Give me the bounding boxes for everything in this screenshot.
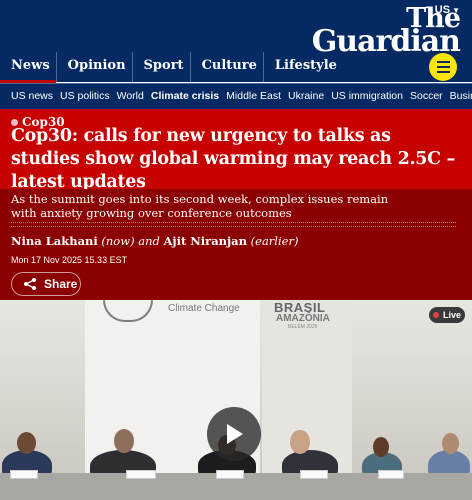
panelist-head xyxy=(290,430,310,454)
play-icon xyxy=(227,424,243,444)
panelist-head xyxy=(373,437,389,457)
sub-navigation: US news US politics World Climate crisis… xyxy=(0,83,472,109)
panelist-head xyxy=(114,429,134,453)
article-header: Cop30 Cop30: calls for new urgency to ta… xyxy=(0,109,472,300)
nameplate xyxy=(10,470,38,479)
hamburger-icon-bar xyxy=(436,66,450,68)
live-video-player[interactable]: Climate Change BRASIL AMAZÔNIA BELÉM 202… xyxy=(0,300,472,500)
author-link[interactable]: Ajit Niranjan xyxy=(164,234,248,248)
standfirst: As the summit goes into its second week,… xyxy=(11,192,389,220)
pillar-lifestyle[interactable]: Lifestyle xyxy=(262,52,343,82)
share-button[interactable]: Share xyxy=(11,272,81,296)
pillar-culture[interactable]: Culture xyxy=(189,52,263,82)
divider xyxy=(11,222,456,223)
pillar-nav: News Opinion Sport Culture Lifestyle xyxy=(0,52,343,83)
pillar-sport[interactable]: Sport xyxy=(131,52,190,82)
backdrop-brand-place: BELÉM 2025 xyxy=(288,324,318,330)
share-icon xyxy=(24,278,36,290)
pillar-news[interactable]: News xyxy=(0,52,56,83)
publish-date: Mon 17 Nov 2025 15.33 EST xyxy=(11,255,128,265)
subnav-middle-east[interactable]: Middle East xyxy=(223,84,285,109)
backdrop-brand-sub: AMAZÔNIA xyxy=(276,313,330,324)
subnav-us-politics[interactable]: US politics xyxy=(57,84,114,109)
byline: Nina Lakhani (now) and Ajit Niranjan (ea… xyxy=(11,234,298,248)
subnav-climate-crisis[interactable]: Climate crisis xyxy=(147,84,222,109)
subnav-soccer[interactable]: Soccer xyxy=(406,84,446,109)
subnav-ukraine[interactable]: Ukraine xyxy=(285,84,328,109)
subnav-us-news[interactable]: US news xyxy=(0,84,57,109)
masthead: US ▼ The Guardian News Opinion Sport Cult… xyxy=(0,0,472,83)
author-note: (earlier) xyxy=(250,234,299,248)
nameplate xyxy=(216,470,244,479)
subnav-us-immigration[interactable]: US immigration xyxy=(328,84,407,109)
byline-conjunction: and xyxy=(138,234,160,248)
menu-button[interactable] xyxy=(429,53,457,81)
panelist-head xyxy=(17,432,36,454)
subnav-world[interactable]: World xyxy=(113,84,147,109)
logo-line-2: Guardian xyxy=(311,24,461,59)
standfirst-block: As the summit goes into its second week,… xyxy=(0,189,472,300)
share-label: Share xyxy=(44,277,78,291)
subnav-business[interactable]: Business xyxy=(446,84,472,109)
live-label: Live xyxy=(443,310,462,320)
article-headline: Cop30: calls for new urgency to talks as… xyxy=(11,126,456,192)
hamburger-icon xyxy=(436,61,450,63)
nameplate xyxy=(126,470,156,479)
backdrop-caption: Climate Change xyxy=(168,303,240,314)
nameplate xyxy=(300,470,328,479)
nameplate xyxy=(378,470,404,479)
play-button[interactable] xyxy=(207,407,261,461)
hamburger-icon-bar xyxy=(436,71,450,73)
pillar-opinion[interactable]: Opinion xyxy=(55,52,132,82)
live-dot-icon xyxy=(433,312,439,318)
author-link[interactable]: Nina Lakhani xyxy=(11,234,98,248)
panelist-head xyxy=(442,433,459,454)
author-note: (now) xyxy=(101,234,135,248)
live-badge: Live xyxy=(429,307,465,323)
guardian-logo[interactable]: The Guardian xyxy=(311,5,461,59)
divider xyxy=(11,226,456,227)
